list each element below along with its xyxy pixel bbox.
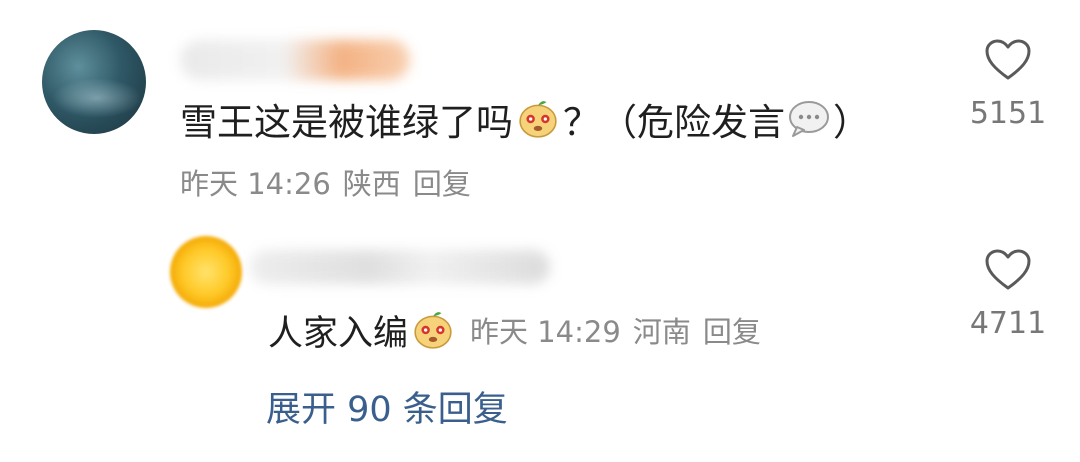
mascot-face-icon	[414, 312, 452, 349]
reply-reply-button[interactable]: 回复	[703, 309, 761, 351]
mascot-face-icon	[519, 101, 557, 138]
comment-text-part-2: ？（危险发言	[563, 101, 785, 144]
commenter-name-blurred[interactable]	[180, 40, 410, 80]
replier-avatar[interactable]	[170, 236, 242, 308]
speech-bubble-icon	[789, 101, 829, 137]
reply-text: 人家入编	[268, 313, 409, 354]
comment-reply-button[interactable]: 回复	[413, 161, 471, 203]
heart-icon[interactable]	[984, 248, 1032, 292]
reply-row: 人家入编 昨天 14:29 河南 回复	[268, 306, 761, 354]
comment-text: 雪王这是被谁绿了吗 ？（危险发言 ）	[180, 95, 870, 144]
reply-location: 河南	[632, 315, 691, 349]
commenter-avatar[interactable]	[42, 30, 146, 134]
expand-replies-link[interactable]: 展开 90 条回复	[266, 382, 508, 430]
comment-like-count: 5151	[969, 96, 1047, 131]
replier-name-blurred[interactable]	[250, 250, 550, 284]
comment-text-part-1: 雪王这是被谁绿了吗	[180, 101, 513, 144]
reply-like-count: 4711	[969, 306, 1047, 341]
comment-time: 昨天 14:26	[180, 167, 331, 201]
comment-text-close: ）	[833, 101, 870, 144]
heart-icon[interactable]	[984, 38, 1032, 82]
reply-time: 昨天 14:29	[470, 315, 621, 349]
comment-meta: 昨天 14:26 陕西 回复	[180, 162, 471, 202]
comment-location: 陕西	[342, 167, 401, 201]
